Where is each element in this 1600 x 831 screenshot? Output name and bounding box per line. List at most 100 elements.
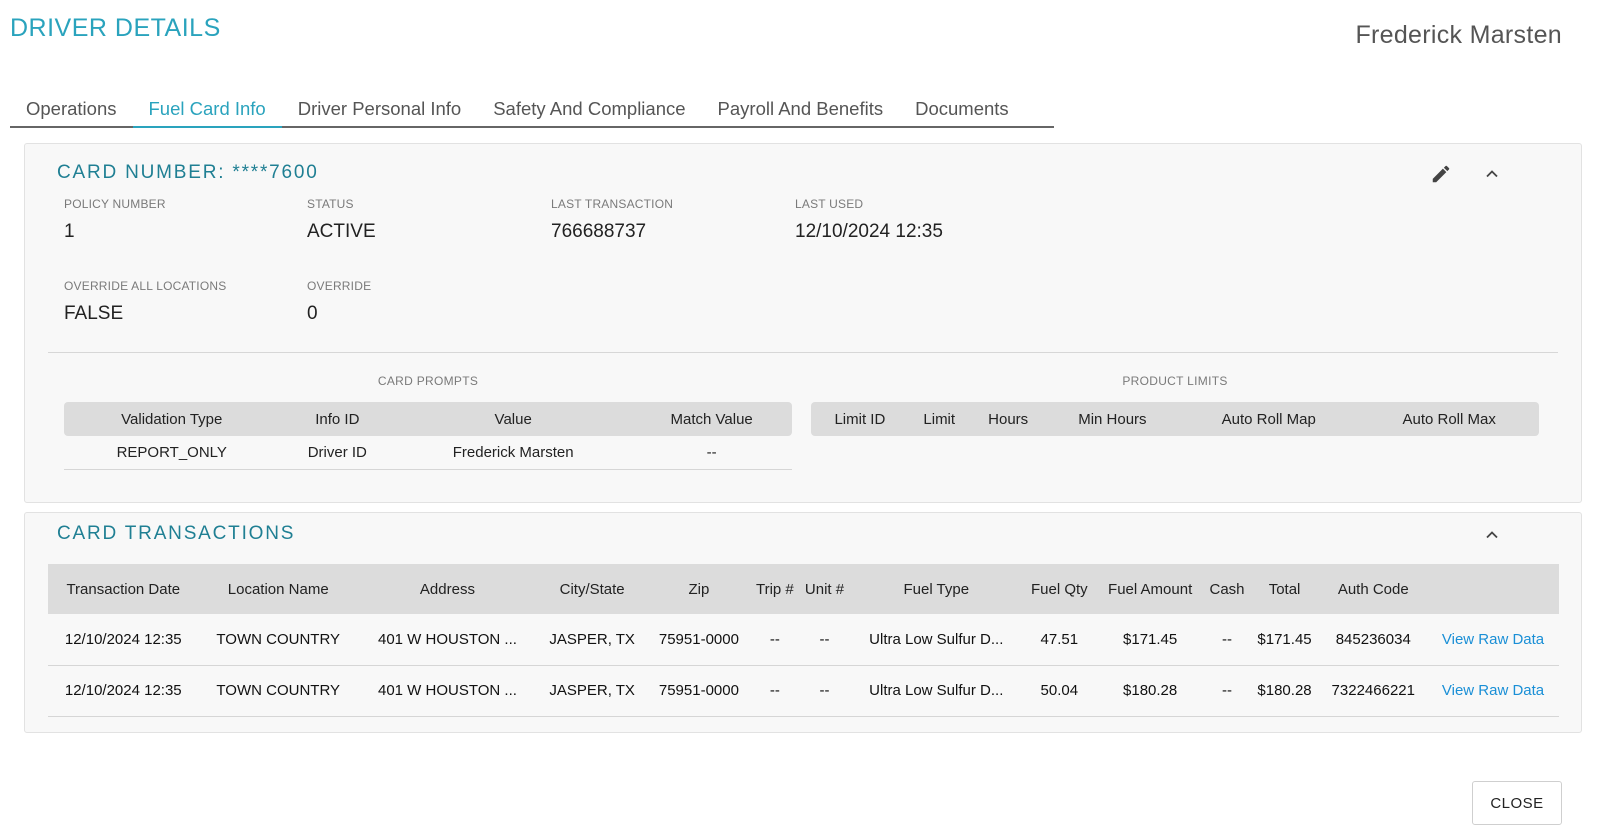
table-cell: 7322466221 — [1319, 665, 1428, 717]
column-header: Total — [1249, 564, 1320, 614]
column-header: Auto Roll Max — [1359, 402, 1539, 436]
field-value: ACTIVE — [307, 221, 376, 242]
field-value: 766688737 — [551, 221, 647, 242]
table-cell: 47.51 — [1022, 614, 1096, 666]
table-cell: -- — [750, 614, 800, 666]
card-transactions-title: CARD TRANSACTIONS — [57, 523, 296, 544]
product-limits-table: Limit ID Limit Hours Min Hours Auto Roll… — [811, 402, 1539, 436]
column-header — [1427, 564, 1559, 614]
field-value: FALSE — [64, 303, 124, 324]
column-header: City/State — [536, 564, 648, 614]
tab-documents[interactable]: Documents — [899, 92, 1025, 126]
column-header: Match Value — [631, 402, 792, 436]
card-prompts-table: Validation Type Info ID Value Match Valu… — [64, 402, 792, 470]
table-cell: $171.45 — [1249, 614, 1320, 666]
section-divider — [48, 352, 1558, 353]
policy-number-field: POLICY NUMBER 1 — [64, 197, 166, 243]
column-header: Hours — [969, 402, 1047, 436]
column-header: Auto Roll Map — [1178, 402, 1360, 436]
table-header-row: Transaction Date Location Name Address C… — [48, 564, 1559, 614]
table-cell: 75951-0000 — [647, 665, 751, 717]
table-cell: JASPER, TX — [536, 614, 648, 666]
table-cell: -- — [1204, 665, 1250, 717]
table-cell: 75951-0000 — [647, 614, 751, 666]
view-raw-data-link[interactable]: View Raw Data — [1427, 614, 1559, 666]
table-header-row: Validation Type Info ID Value Match Valu… — [64, 402, 792, 436]
column-header: Limit — [908, 402, 970, 436]
field-label: LAST USED — [795, 197, 864, 211]
column-header: Limit ID — [811, 402, 909, 436]
close-button[interactable]: CLOSE — [1472, 781, 1562, 825]
field-label: OVERRIDE — [307, 279, 372, 293]
column-header: Transaction Date — [48, 564, 199, 614]
driver-name: Frederick Marsten — [1355, 21, 1562, 49]
column-header: Info ID — [279, 402, 396, 436]
column-header: Min Hours — [1046, 402, 1179, 436]
table-cell: 50.04 — [1022, 665, 1096, 717]
last-used-field: LAST USED 12/10/2024 12:35 — [795, 197, 943, 243]
table-cell: 12/10/2024 12:35 — [48, 614, 199, 666]
chevron-up-icon[interactable] — [1478, 160, 1506, 188]
table-cell: Ultra Low Sulfur D... — [849, 614, 1023, 666]
field-value: 0 — [307, 303, 318, 324]
table-cell: Frederick Marsten — [395, 436, 632, 470]
table-header-row: Limit ID Limit Hours Min Hours Auto Roll… — [811, 402, 1539, 436]
status-field: STATUS ACTIVE — [307, 197, 376, 243]
product-limits-heading: PRODUCT LIMITS — [1122, 374, 1228, 388]
table-cell: $171.45 — [1095, 614, 1205, 666]
override-all-locations-field: OVERRIDE ALL LOCATIONS FALSE — [64, 279, 226, 325]
table-cell: -- — [631, 436, 792, 470]
tab-safety-and-compliance[interactable]: Safety And Compliance — [477, 92, 701, 126]
column-header: Address — [357, 564, 537, 614]
column-header: Fuel Amount — [1095, 564, 1205, 614]
field-value: 1 — [64, 221, 75, 242]
table-row: 12/10/2024 12:35 TOWN COUNTRY 401 W HOUS… — [48, 614, 1559, 666]
card-panel: CARD NUMBER: ****7600 POLICY NUMBER 1 ST… — [24, 143, 1582, 503]
table-cell: TOWN COUNTRY — [198, 665, 358, 717]
card-number-title: CARD NUMBER: ****7600 — [57, 162, 319, 183]
table-cell: 401 W HOUSTON ... — [357, 614, 537, 666]
table-cell: $180.28 — [1095, 665, 1205, 717]
table-cell: -- — [799, 614, 850, 666]
table-cell: -- — [1204, 614, 1250, 666]
view-raw-data-link[interactable]: View Raw Data — [1427, 665, 1559, 717]
field-label: POLICY NUMBER — [64, 197, 166, 211]
tab-bar: Operations Fuel Card Info Driver Persona… — [10, 92, 1054, 128]
field-label: STATUS — [307, 197, 354, 211]
table-cell: Driver ID — [279, 436, 396, 470]
tab-payroll-and-benefits[interactable]: Payroll And Benefits — [702, 92, 900, 126]
table-row: 12/10/2024 12:35 TOWN COUNTRY 401 W HOUS… — [48, 665, 1559, 717]
table-cell: 12/10/2024 12:35 — [48, 665, 199, 717]
column-header: Validation Type — [64, 402, 280, 436]
field-value: 12/10/2024 12:35 — [795, 221, 943, 242]
tab-fuel-card-info[interactable]: Fuel Card Info — [132, 92, 282, 128]
table-row: REPORT_ONLY Driver ID Frederick Marsten … — [64, 436, 792, 470]
table-cell: -- — [750, 665, 800, 717]
field-label: OVERRIDE ALL LOCATIONS — [64, 279, 227, 293]
table-cell: JASPER, TX — [536, 665, 648, 717]
column-header: Fuel Type — [849, 564, 1023, 614]
field-label: LAST TRANSACTION — [551, 197, 674, 211]
chevron-up-icon[interactable] — [1478, 521, 1506, 549]
last-transaction-field: LAST TRANSACTION 766688737 — [551, 197, 673, 243]
table-cell: Ultra Low Sulfur D... — [849, 665, 1023, 717]
tab-driver-personal-info[interactable]: Driver Personal Info — [282, 92, 477, 126]
column-header: Zip — [647, 564, 751, 614]
table-cell: $180.28 — [1249, 665, 1320, 717]
transactions-table: Transaction Date Location Name Address C… — [48, 564, 1559, 717]
table-cell: -- — [799, 665, 850, 717]
column-header: Value — [395, 402, 632, 436]
column-header: Trip # — [750, 564, 800, 614]
override-field: OVERRIDE 0 — [307, 279, 371, 325]
table-cell: TOWN COUNTRY — [198, 614, 358, 666]
table-cell: REPORT_ONLY — [64, 436, 280, 470]
table-cell: 401 W HOUSTON ... — [357, 665, 537, 717]
column-header: Auth Code — [1319, 564, 1428, 614]
tab-operations[interactable]: Operations — [10, 92, 133, 126]
column-header: Cash — [1204, 564, 1250, 614]
column-header: Unit # — [799, 564, 850, 614]
pencil-icon[interactable] — [1427, 160, 1455, 188]
card-prompts-heading: CARD PROMPTS — [377, 374, 479, 388]
table-cell: 845236034 — [1319, 614, 1428, 666]
column-header: Location Name — [198, 564, 358, 614]
